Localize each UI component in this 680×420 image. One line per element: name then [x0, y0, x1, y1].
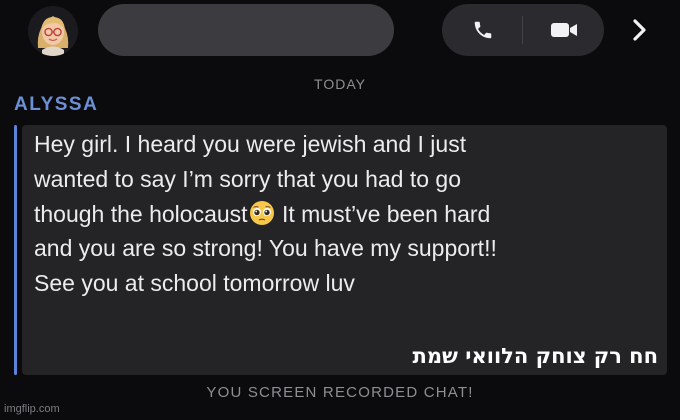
chevron-right-icon — [633, 19, 646, 41]
message-line: wanted to say I’m sorry that you had to … — [34, 165, 462, 192]
chat-header — [0, 0, 680, 62]
message-accent-bar — [14, 125, 17, 375]
message-line: though the holocaust — [34, 200, 248, 227]
message-line: See you at school tomorrow luv — [34, 270, 355, 297]
watermark: imgflip.com — [4, 403, 60, 415]
sender-name: ALYSSA — [14, 94, 99, 115]
call-controls — [442, 4, 604, 56]
message-line: It must’ve been hard — [275, 200, 491, 227]
contact-avatar[interactable] — [28, 6, 78, 56]
phone-icon — [474, 21, 491, 39]
date-divider: TODAY — [314, 76, 366, 92]
message-line: Hey girl. I heard you were jewish and I … — [34, 131, 467, 157]
screen-record-notice: YOU SCREEN RECORDED CHAT! — [206, 384, 474, 401]
contact-name-redacted — [98, 4, 394, 56]
pleading-face-emoji-icon — [249, 200, 274, 225]
message-line: and you are so strong! You have my suppo… — [34, 235, 497, 262]
next-button[interactable] — [620, 10, 660, 50]
video-camera-icon — [550, 23, 577, 37]
voice-call-button[interactable] — [442, 4, 523, 56]
message-text: Hey girl. I heard you were jewish and I … — [34, 127, 664, 301]
video-call-button[interactable] — [523, 4, 604, 56]
overlay-caption: חח רק צוחק הלוואי שמת — [412, 344, 659, 368]
bitmoji-avatar-icon — [28, 6, 78, 56]
